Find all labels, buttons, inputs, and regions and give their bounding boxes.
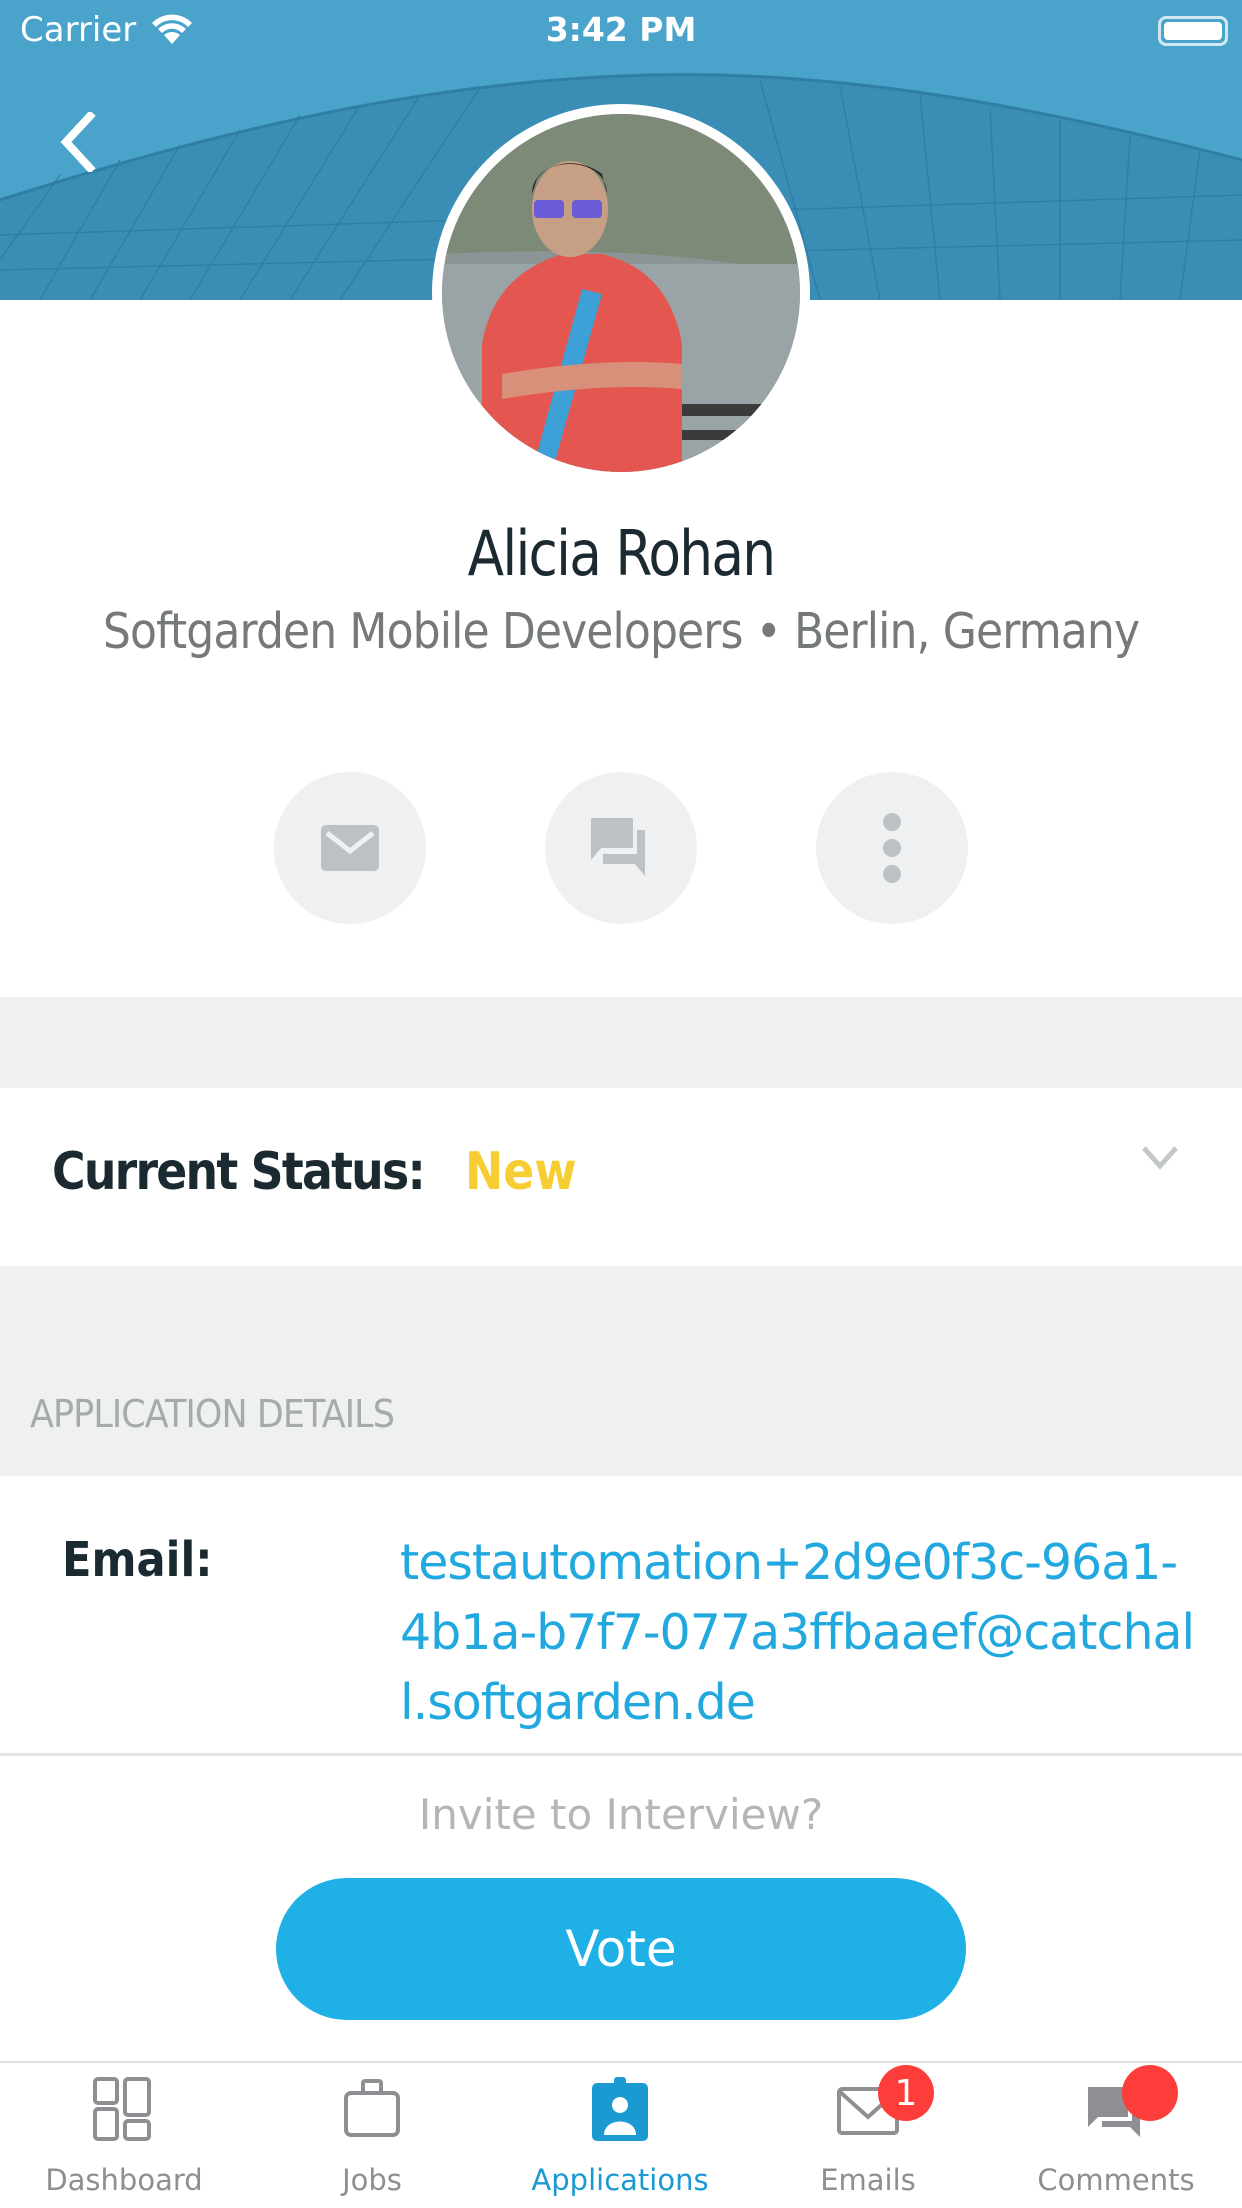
comment-action-button[interactable] <box>545 772 697 924</box>
tab-label: Dashboard <box>45 2163 203 2197</box>
avatar-photo <box>442 114 800 472</box>
battery-icon <box>1158 16 1228 46</box>
chevron-down-icon <box>1142 1146 1178 1170</box>
status-label: Current Status: <box>52 1142 426 1202</box>
application-details-section <box>0 1266 1242 1476</box>
email-action-button[interactable] <box>274 772 426 924</box>
vote-panel: Invite to Interview? Vote <box>0 1753 1242 2063</box>
section-divider <box>0 997 1242 1088</box>
tab-label: Applications <box>531 2163 709 2197</box>
envelope-icon <box>321 825 379 871</box>
section-header: APPLICATION DETAILS <box>30 1392 395 1436</box>
tab-jobs[interactable]: Jobs <box>248 2063 496 2208</box>
clock: 3:42 PM <box>545 10 697 49</box>
invite-prompt: Invite to Interview? <box>418 1790 824 1839</box>
status-selector[interactable]: Current Status: New <box>0 1088 1242 1266</box>
tab-dashboard[interactable]: Dashboard <box>0 2063 248 2208</box>
more-vertical-icon <box>883 813 901 883</box>
email-value-link[interactable]: testautomation+2d9e0f3c-96a1-4b1a-b7f7-0… <box>400 1528 1200 1738</box>
briefcase-icon <box>344 2079 400 2137</box>
vote-button[interactable]: Vote <box>276 1878 966 2020</box>
details-list: Email: testautomation+2d9e0f3c-96a1-4b1a… <box>0 1476 1242 1754</box>
back-button[interactable] <box>58 112 98 172</box>
candidate-subtitle: Softgarden Mobile Developers • Berlin, G… <box>102 603 1140 660</box>
status-value: New <box>465 1142 577 1202</box>
tab-label: Emails <box>820 2163 916 2197</box>
more-action-button[interactable] <box>816 772 968 924</box>
email-label: Email: <box>62 1532 213 1588</box>
status-bar: Carrier 3:42 PM <box>0 0 1242 60</box>
action-buttons <box>0 772 1242 924</box>
avatar[interactable] <box>442 114 800 472</box>
tab-label: Jobs <box>342 2163 402 2197</box>
tab-applications[interactable]: Applications <box>496 2063 744 2208</box>
comments-badge <box>1122 2065 1178 2121</box>
tab-label: Comments <box>1037 2163 1195 2197</box>
tab-bar: Dashboard Jobs Applications 1 Emails Com… <box>0 2061 1242 2208</box>
id-badge-icon <box>592 2077 648 2141</box>
chat-bubbles-icon <box>591 818 645 876</box>
tab-comments[interactable]: Comments <box>992 2063 1240 2208</box>
candidate-name: Alicia Rohan <box>467 517 776 590</box>
tab-emails[interactable]: 1 Emails <box>744 2063 992 2208</box>
dashboard-icon <box>93 2077 151 2141</box>
emails-unread-badge: 1 <box>878 2065 934 2121</box>
